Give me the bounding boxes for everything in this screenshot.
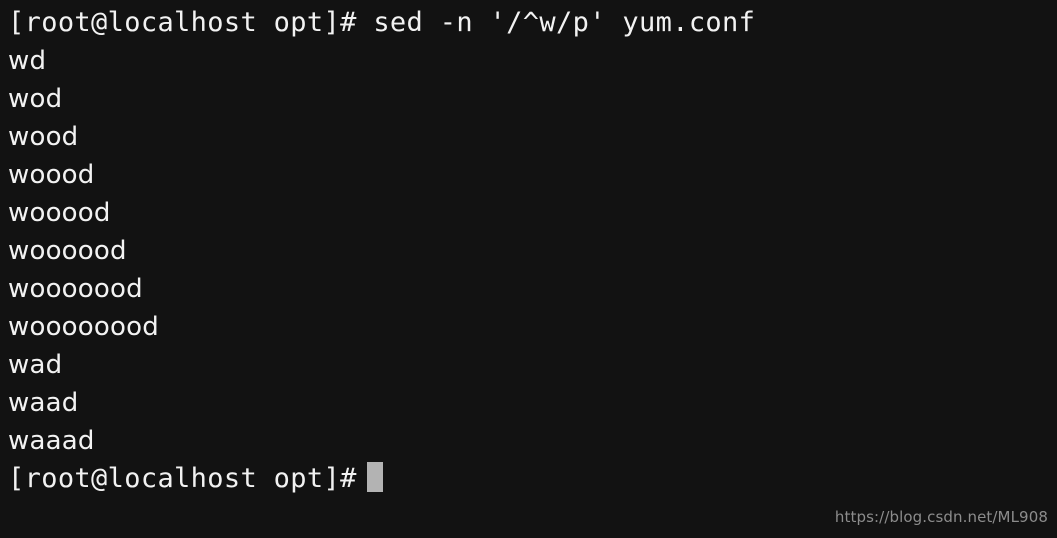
terminal-output-line: wood <box>8 122 79 152</box>
terminal-window[interactable]: [root@localhost opt]# sed -n '/^w/p' yum… <box>0 0 1057 538</box>
terminal-output-line: woood <box>8 160 95 190</box>
terminal-output-line: waaad <box>8 426 95 456</box>
terminal-line-command: [root@localhost opt]# sed -n '/^w/p' yum… <box>8 4 1057 42</box>
terminal-output-line: wod <box>8 84 63 114</box>
terminal-output-line: woooood <box>8 236 127 266</box>
terminal-output-line: wad <box>8 350 63 380</box>
shell-prompt: [root@localhost opt]# <box>8 463 357 494</box>
terminal-output-line: woooooood <box>8 312 159 342</box>
terminal-screen[interactable]: [root@localhost opt]# sed -n '/^w/p' yum… <box>0 0 1057 538</box>
terminal-output-line: wd <box>8 46 47 76</box>
terminal-output-line: wooooood <box>8 274 143 304</box>
terminal-line-active-prompt[interactable]: [root@localhost opt]# <box>8 460 1057 498</box>
shell-command: sed -n '/^w/p' yum.conf <box>356 7 756 38</box>
watermark-url: https://blog.csdn.net/ML908 <box>834 508 1048 526</box>
terminal-output-line: wooood <box>8 198 111 228</box>
text-cursor <box>366 462 383 492</box>
shell-prompt: [root@localhost opt]# <box>8 7 357 38</box>
terminal-output-line: waad <box>8 388 79 418</box>
